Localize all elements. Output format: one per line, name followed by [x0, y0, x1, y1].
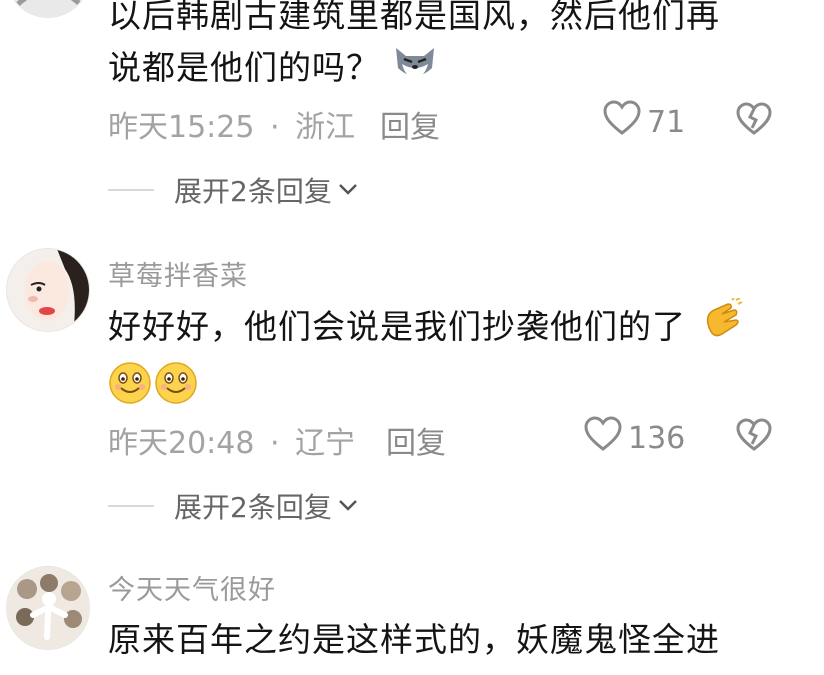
- expand-replies[interactable]: 展开2条回复: [108, 486, 358, 526]
- reply-button[interactable]: 回复: [386, 418, 446, 462]
- username[interactable]: 今天天气很好: [108, 568, 276, 607]
- comment-text: 好好好，他们会说是我们抄袭他们的了: [108, 297, 744, 420]
- divider: [108, 189, 154, 191]
- like-button[interactable]: 136: [584, 416, 685, 460]
- comment-meta: 昨天15:25 · 浙江: [108, 102, 355, 146]
- heart-icon: [603, 100, 641, 144]
- dislike-button[interactable]: [736, 102, 772, 140]
- like-count: 136: [628, 420, 686, 456]
- wolf-face-emoji: [392, 42, 438, 97]
- expand-label: 展开2条回复: [174, 491, 332, 524]
- timestamp: 昨天20:48: [108, 426, 255, 461]
- broken-heart-icon: [736, 418, 772, 456]
- location: 浙江: [295, 110, 356, 145]
- comment-meta: 昨天20:48 · 辽宁: [108, 418, 355, 462]
- comment-text-line: 好好好，他们会说是我们抄袭他们的了: [108, 297, 744, 359]
- divider: [108, 505, 154, 507]
- avatar[interactable]: [6, 248, 90, 332]
- separator: ·: [270, 110, 280, 145]
- heart-icon: [584, 416, 622, 460]
- avatar[interactable]: [6, 566, 90, 650]
- chevron-down-icon: [338, 497, 358, 516]
- dislike-button[interactable]: [736, 418, 772, 456]
- comment-text: 以后韩剧古建筑里都是国风，然后他们再 说都是他们的吗？: [108, 0, 720, 97]
- smiling-face-emoji: [108, 361, 152, 420]
- comment-text-line: 以后韩剧古建筑里都是国风，然后他们再: [108, 0, 720, 35]
- like-button[interactable]: 71: [603, 100, 685, 144]
- username[interactable]: 草莓拌香菜: [108, 254, 248, 293]
- comment-text-line: 说都是他们的吗？: [108, 42, 720, 97]
- expand-label: 展开2条回复: [174, 175, 332, 208]
- broken-heart-icon: [736, 102, 772, 140]
- clapping-hands-emoji: [698, 297, 744, 359]
- smiling-face-emoji: [154, 361, 198, 420]
- comment-text: 原来百年之约是这样式的，妖魔鬼怪全进: [108, 614, 720, 666]
- expand-replies[interactable]: 展开2条回复: [108, 170, 358, 210]
- emoji-line: [108, 361, 744, 420]
- like-count: 71: [647, 104, 686, 140]
- comment-text-line: 原来百年之约是这样式的，妖魔鬼怪全进: [108, 620, 720, 659]
- chevron-down-icon: [338, 181, 358, 200]
- location: 辽宁: [295, 426, 356, 461]
- timestamp: 昨天15:25: [108, 110, 255, 145]
- separator: ·: [270, 426, 280, 461]
- avatar[interactable]: [6, 0, 90, 18]
- reply-button[interactable]: 回复: [380, 102, 440, 146]
